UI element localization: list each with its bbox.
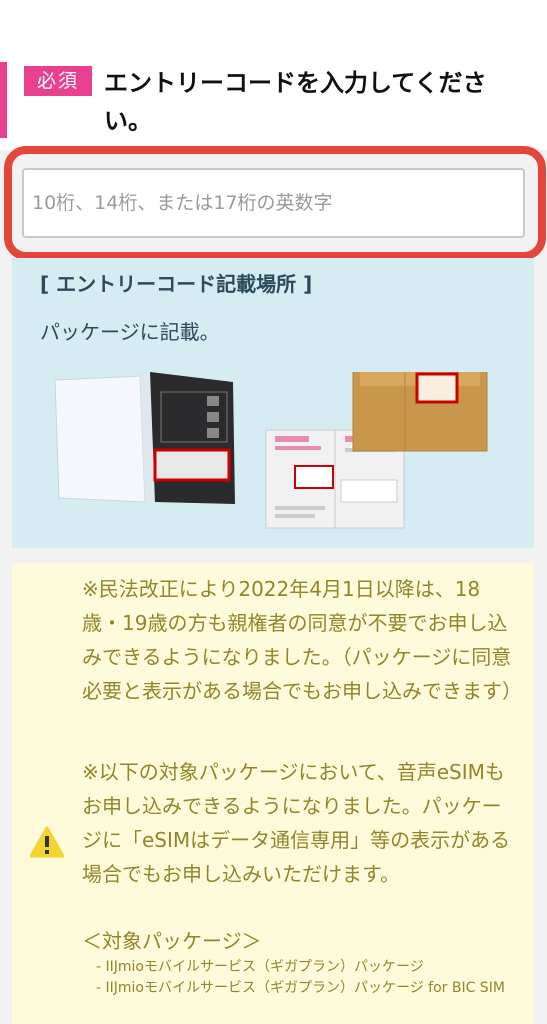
notice-paragraph-esim: ※以下の対象パッケージにおいて、音声eSIMもお申し込みできるようになりました。… <box>82 760 511 886</box>
entry-code-label: エントリーコードを入力してください。 <box>104 69 487 135</box>
section-accent-bar <box>0 62 7 138</box>
warning-icon <box>29 826 65 862</box>
list-item: - IIJmioモバイルサービス（ギガプラン）パッケージ <box>96 959 424 975</box>
location-description: パッケージに記載。 <box>40 320 220 344</box>
location-title: [ エントリーコード記載場所 ] <box>40 272 313 296</box>
package-illustration <box>55 372 488 529</box>
target-packages-list: - IIJmioモバイルサービス（ギガプラン）パッケージ - IIJmioモバイ… <box>96 957 526 999</box>
entry-code-input[interactable] <box>22 168 525 238</box>
notice-paragraph-civil-law: ※民法改正により2022年4月1日以降は、18歳・19歳の方も親権者の同意が不要… <box>82 577 522 703</box>
list-item: - IIJmioモバイルサービス（ギガプラン）パッケージ for BIC SIM <box>96 980 505 996</box>
required-badge: 必須 <box>24 66 92 96</box>
target-packages-heading: ＜対象パッケージ＞ <box>82 929 262 953</box>
